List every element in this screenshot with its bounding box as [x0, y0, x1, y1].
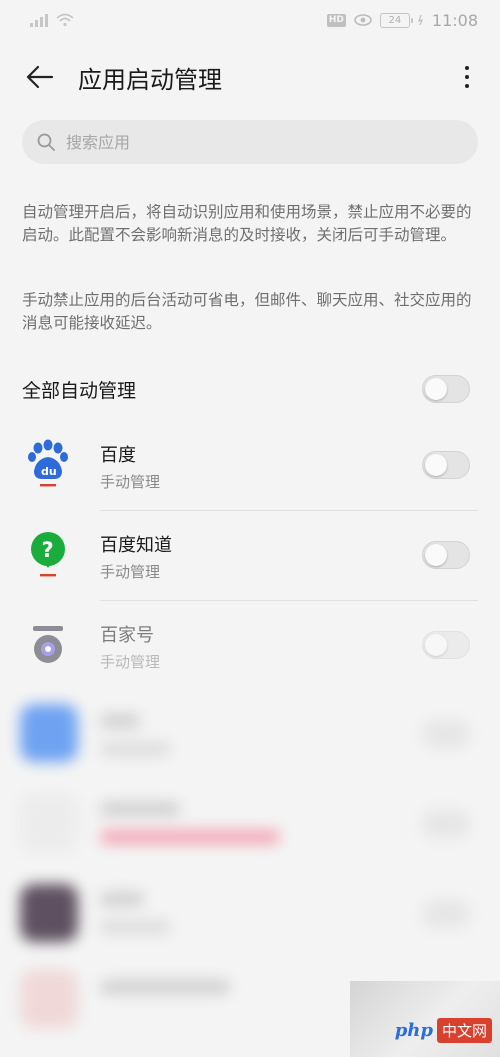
- blurred-text: [100, 980, 230, 994]
- blurred-text: [100, 742, 170, 756]
- more-dot-icon: [465, 75, 469, 79]
- app-row-baidu[interactable]: du 百度 手动管理: [0, 421, 500, 509]
- blurred-text: [100, 892, 144, 906]
- status-bar: HD 24 11:08: [0, 0, 500, 40]
- watermark: php 中文网: [350, 981, 500, 1057]
- app-toggle-baidu-zhidao[interactable]: [422, 541, 470, 569]
- app-toggle-baidu[interactable]: [422, 451, 470, 479]
- all-auto-manage-row: 全部自动管理: [0, 366, 500, 412]
- app-status: 手动管理: [100, 653, 161, 671]
- search-bar[interactable]: [22, 120, 478, 164]
- description-manual: 手动禁止应用的后台活动可省电，但邮件、聊天应用、社交应用的消息可能接收延迟。: [22, 291, 472, 332]
- eye-comfort-icon: [354, 14, 372, 26]
- app-name: 百度知道: [100, 535, 172, 556]
- app-row-baidu-zhidao[interactable]: ? 百度知道 手动管理: [0, 511, 500, 599]
- wifi-icon: [56, 13, 74, 27]
- watermark-cn: 中文网: [436, 1018, 492, 1043]
- app-name: 百度: [100, 445, 136, 466]
- charging-icon: [417, 14, 423, 26]
- battery-icon: 24: [379, 12, 413, 28]
- baidu-paw-icon: du: [28, 439, 68, 487]
- app-status: 手动管理: [100, 563, 161, 581]
- blurred-app-icon: [20, 704, 78, 762]
- all-auto-manage-label: 全部自动管理: [22, 379, 137, 402]
- blurred-toggle: [422, 900, 470, 928]
- blurred-text: [100, 802, 180, 816]
- blurred-app-icon: [20, 884, 78, 942]
- more-dot-icon: [465, 84, 469, 88]
- blurred-text: [100, 714, 140, 728]
- app-toggle-baijiahao[interactable]: [422, 631, 470, 659]
- baidu-zhidao-icon: ?: [31, 532, 65, 577]
- more-dot-icon: [465, 66, 469, 70]
- blurred-text: [100, 920, 170, 934]
- description-auto: 自动管理开启后，将自动识别应用和使用场景，禁止应用不必要的启动。此配置不会影响新…: [22, 203, 472, 244]
- svg-text:du: du: [41, 465, 57, 478]
- blurred-toggle: [422, 810, 470, 838]
- status-right: HD 24 11:08: [326, 10, 478, 30]
- blurred-app-icon: [20, 970, 78, 1028]
- app-status: 手动管理: [100, 473, 161, 491]
- search-input[interactable]: [66, 132, 446, 152]
- all-auto-manage-toggle[interactable]: [422, 375, 470, 403]
- more-options-button[interactable]: [452, 60, 482, 94]
- hd-badge: HD: [326, 13, 346, 27]
- blurred-toggle: [422, 720, 470, 748]
- svg-text:?: ?: [42, 538, 54, 562]
- clock: 11:08: [431, 10, 478, 30]
- signal-icon: [30, 13, 48, 27]
- back-button[interactable]: [20, 57, 60, 97]
- status-left: [30, 13, 74, 27]
- page-title: 应用启动管理: [78, 65, 222, 94]
- blurred-app-icon: [20, 794, 78, 852]
- arrow-left-icon: [26, 65, 54, 89]
- battery-level: 24: [388, 14, 402, 26]
- watermark-logo: php 中文网: [395, 1018, 492, 1043]
- search-icon: [37, 133, 55, 151]
- app-row-baijiahao[interactable]: 百家号 手动管理: [0, 601, 500, 689]
- header: 应用启动管理: [0, 50, 500, 104]
- watermark-php: php: [394, 1020, 433, 1041]
- app-name: 百家号: [100, 625, 154, 646]
- blurred-text: [100, 830, 280, 844]
- baijiahao-icon: [33, 626, 63, 663]
